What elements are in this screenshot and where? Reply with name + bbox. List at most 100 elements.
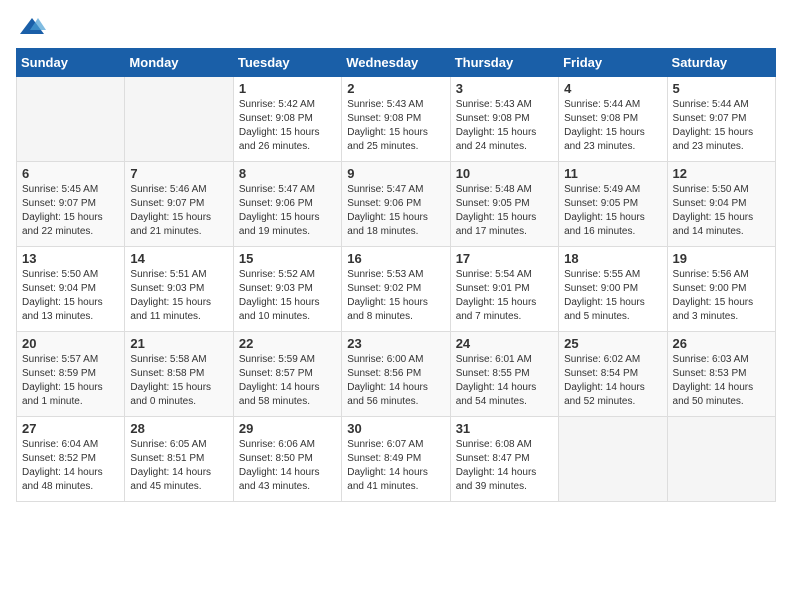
day-info: Sunrise: 5:47 AM Sunset: 9:06 PM Dayligh… xyxy=(347,183,444,239)
week-row-1: 1Sunrise: 5:42 AM Sunset: 9:08 PM Daylig… xyxy=(17,77,776,162)
calendar-cell: 1Sunrise: 5:42 AM Sunset: 9:08 PM Daylig… xyxy=(233,77,341,162)
day-header-thursday: Thursday xyxy=(450,49,558,77)
day-number: 16 xyxy=(347,251,444,266)
calendar-cell: 12Sunrise: 5:50 AM Sunset: 9:04 PM Dayli… xyxy=(667,162,775,247)
day-info: Sunrise: 5:51 AM Sunset: 9:03 PM Dayligh… xyxy=(130,268,227,324)
calendar-cell: 11 Sunrise: 5:49 AM Sunset: 9:05 PM Dayli… xyxy=(559,162,667,247)
calendar-cell: 28 Sunrise: 6:05 AM Sunset: 8:51 PM Dayli… xyxy=(125,417,233,502)
day-number: 15 xyxy=(239,251,336,266)
day-number: 7 xyxy=(130,166,227,181)
day-number: 24 xyxy=(456,336,553,351)
day-number: 26 xyxy=(673,336,770,351)
calendar-cell: 24 Sunrise: 6:01 AM Sunset: 8:55 PM Dayli… xyxy=(450,332,558,417)
day-number: 30 xyxy=(347,421,444,436)
day-info: Sunrise: 5:44 AM Sunset: 9:08 PM Dayligh… xyxy=(564,98,661,154)
day-info: Sunrise: 6:07 AM Sunset: 8:49 PM Dayligh… xyxy=(347,438,444,494)
calendar-cell: 19Sunrise: 5:56 AM Sunset: 9:00 PM Dayli… xyxy=(667,247,775,332)
logo-icon xyxy=(18,16,46,36)
calendar-cell: 23 Sunrise: 6:00 AM Sunset: 8:56 PM Dayli… xyxy=(342,332,450,417)
calendar-cell: 7 Sunrise: 5:46 AM Sunset: 9:07 PM Daylig… xyxy=(125,162,233,247)
day-number: 18 xyxy=(564,251,661,266)
calendar-cell xyxy=(17,77,125,162)
day-info: Sunrise: 5:46 AM Sunset: 9:07 PM Dayligh… xyxy=(130,183,227,239)
day-number: 27 xyxy=(22,421,119,436)
day-number: 31 xyxy=(456,421,553,436)
calendar-cell: 9 Sunrise: 5:47 AM Sunset: 9:06 PM Daylig… xyxy=(342,162,450,247)
calendar-cell: 14 Sunrise: 5:51 AM Sunset: 9:03 PM Dayli… xyxy=(125,247,233,332)
day-header-wednesday: Wednesday xyxy=(342,49,450,77)
calendar-cell: 2Sunrise: 5:43 AM Sunset: 9:08 PM Daylig… xyxy=(342,77,450,162)
week-row-4: 20 Sunrise: 5:57 AM Sunset: 8:59 PM Dayli… xyxy=(17,332,776,417)
day-info: Sunrise: 6:08 AM Sunset: 8:47 PM Dayligh… xyxy=(456,438,553,494)
day-number: 8 xyxy=(239,166,336,181)
day-header-tuesday: Tuesday xyxy=(233,49,341,77)
day-info: Sunrise: 5:50 AM Sunset: 9:04 PM Dayligh… xyxy=(22,268,119,324)
calendar-cell: 10Sunrise: 5:48 AM Sunset: 9:05 PM Dayli… xyxy=(450,162,558,247)
calendar-header-row: SundayMondayTuesdayWednesdayThursdayFrid… xyxy=(17,49,776,77)
day-number: 2 xyxy=(347,81,444,96)
day-info: Sunrise: 6:00 AM Sunset: 8:56 PM Dayligh… xyxy=(347,353,444,409)
calendar-cell xyxy=(559,417,667,502)
day-header-sunday: Sunday xyxy=(17,49,125,77)
calendar-cell: 13 Sunrise: 5:50 AM Sunset: 9:04 PM Dayli… xyxy=(17,247,125,332)
day-info: Sunrise: 5:54 AM Sunset: 9:01 PM Dayligh… xyxy=(456,268,553,324)
day-number: 29 xyxy=(239,421,336,436)
day-info: Sunrise: 5:43 AM Sunset: 9:08 PM Dayligh… xyxy=(456,98,553,154)
day-info: Sunrise: 6:01 AM Sunset: 8:55 PM Dayligh… xyxy=(456,353,553,409)
day-number: 22 xyxy=(239,336,336,351)
calendar-cell: 20 Sunrise: 5:57 AM Sunset: 8:59 PM Dayli… xyxy=(17,332,125,417)
logo xyxy=(16,16,46,36)
page-header xyxy=(16,16,776,36)
calendar-cell: 5 Sunrise: 5:44 AM Sunset: 9:07 PM Daylig… xyxy=(667,77,775,162)
day-info: Sunrise: 5:44 AM Sunset: 9:07 PM Dayligh… xyxy=(673,98,770,154)
calendar-cell: 6Sunrise: 5:45 AM Sunset: 9:07 PM Daylig… xyxy=(17,162,125,247)
day-info: Sunrise: 5:55 AM Sunset: 9:00 PM Dayligh… xyxy=(564,268,661,324)
day-number: 3 xyxy=(456,81,553,96)
calendar-cell: 17 Sunrise: 5:54 AM Sunset: 9:01 PM Dayli… xyxy=(450,247,558,332)
day-number: 5 xyxy=(673,81,770,96)
day-number: 1 xyxy=(239,81,336,96)
day-header-friday: Friday xyxy=(559,49,667,77)
calendar-cell: 4Sunrise: 5:44 AM Sunset: 9:08 PM Daylig… xyxy=(559,77,667,162)
week-row-2: 6Sunrise: 5:45 AM Sunset: 9:07 PM Daylig… xyxy=(17,162,776,247)
week-row-3: 13 Sunrise: 5:50 AM Sunset: 9:04 PM Dayli… xyxy=(17,247,776,332)
day-info: Sunrise: 5:53 AM Sunset: 9:02 PM Dayligh… xyxy=(347,268,444,324)
calendar-cell: 8 Sunrise: 5:47 AM Sunset: 9:06 PM Daylig… xyxy=(233,162,341,247)
calendar-cell: 29 Sunrise: 6:06 AM Sunset: 8:50 PM Dayli… xyxy=(233,417,341,502)
day-info: Sunrise: 6:06 AM Sunset: 8:50 PM Dayligh… xyxy=(239,438,336,494)
day-number: 25 xyxy=(564,336,661,351)
day-number: 19 xyxy=(673,251,770,266)
day-info: Sunrise: 6:02 AM Sunset: 8:54 PM Dayligh… xyxy=(564,353,661,409)
day-number: 20 xyxy=(22,336,119,351)
calendar-cell: 30 Sunrise: 6:07 AM Sunset: 8:49 PM Dayli… xyxy=(342,417,450,502)
calendar-cell xyxy=(667,417,775,502)
day-info: Sunrise: 5:57 AM Sunset: 8:59 PM Dayligh… xyxy=(22,353,119,409)
day-number: 14 xyxy=(130,251,227,266)
calendar-cell: 26Sunrise: 6:03 AM Sunset: 8:53 PM Dayli… xyxy=(667,332,775,417)
calendar-cell: 3 Sunrise: 5:43 AM Sunset: 9:08 PM Daylig… xyxy=(450,77,558,162)
day-info: Sunrise: 5:50 AM Sunset: 9:04 PM Dayligh… xyxy=(673,183,770,239)
day-info: Sunrise: 6:05 AM Sunset: 8:51 PM Dayligh… xyxy=(130,438,227,494)
week-row-5: 27 Sunrise: 6:04 AM Sunset: 8:52 PM Dayli… xyxy=(17,417,776,502)
day-number: 28 xyxy=(130,421,227,436)
day-number: 21 xyxy=(130,336,227,351)
calendar-cell: 15 Sunrise: 5:52 AM Sunset: 9:03 PM Dayli… xyxy=(233,247,341,332)
day-info: Sunrise: 5:52 AM Sunset: 9:03 PM Dayligh… xyxy=(239,268,336,324)
day-header-saturday: Saturday xyxy=(667,49,775,77)
day-number: 17 xyxy=(456,251,553,266)
calendar-cell: 22 Sunrise: 5:59 AM Sunset: 8:57 PM Dayli… xyxy=(233,332,341,417)
calendar-cell: 27 Sunrise: 6:04 AM Sunset: 8:52 PM Dayli… xyxy=(17,417,125,502)
day-number: 10 xyxy=(456,166,553,181)
day-info: Sunrise: 6:04 AM Sunset: 8:52 PM Dayligh… xyxy=(22,438,119,494)
day-number: 23 xyxy=(347,336,444,351)
day-number: 13 xyxy=(22,251,119,266)
calendar-cell: 21 Sunrise: 5:58 AM Sunset: 8:58 PM Dayli… xyxy=(125,332,233,417)
day-info: Sunrise: 5:49 AM Sunset: 9:05 PM Dayligh… xyxy=(564,183,661,239)
day-info: Sunrise: 5:59 AM Sunset: 8:57 PM Dayligh… xyxy=(239,353,336,409)
calendar-cell: 31 Sunrise: 6:08 AM Sunset: 8:47 PM Dayli… xyxy=(450,417,558,502)
day-number: 6 xyxy=(22,166,119,181)
day-info: Sunrise: 5:47 AM Sunset: 9:06 PM Dayligh… xyxy=(239,183,336,239)
day-number: 9 xyxy=(347,166,444,181)
day-info: Sunrise: 5:58 AM Sunset: 8:58 PM Dayligh… xyxy=(130,353,227,409)
day-number: 11 xyxy=(564,166,661,181)
